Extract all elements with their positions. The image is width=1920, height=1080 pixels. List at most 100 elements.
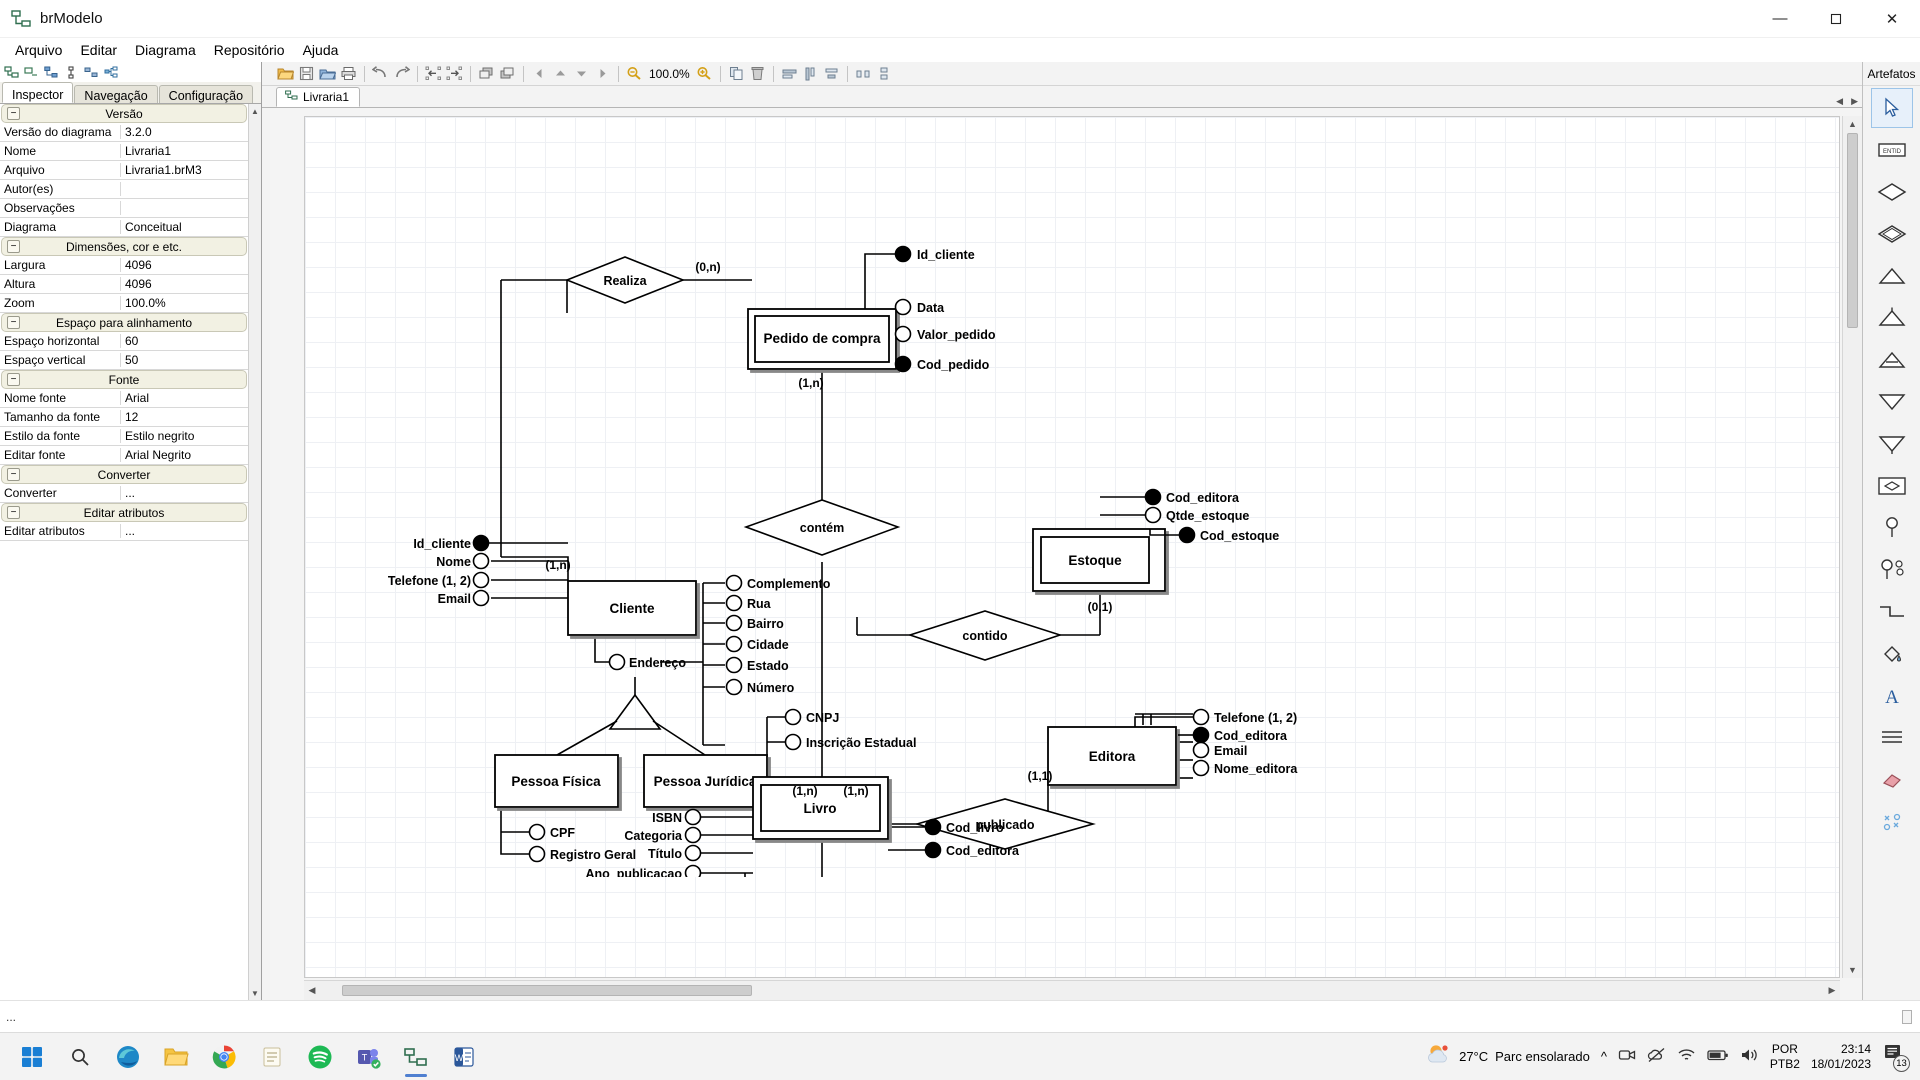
canvas-vertical-scrollbar[interactable]: ▲ ▼ <box>1842 116 1862 978</box>
canvas-scroll-left[interactable]: ◀ <box>304 985 320 996</box>
copy-icon[interactable] <box>727 64 746 83</box>
connector-tool[interactable] <box>1871 592 1913 632</box>
vertical-layout-icon[interactable] <box>64 65 79 79</box>
inspector-scrollbar[interactable]: ▲ ▼ <box>248 104 261 1000</box>
canvas-scroll-right[interactable]: ▶ <box>1824 985 1840 996</box>
entity-pessoa-juridica[interactable]: Pessoa Jurídica <box>643 754 768 808</box>
menu-item-arquivo[interactable]: Arquivo <box>6 40 71 60</box>
attribute-cod-pedido[interactable]: Cod_pedido <box>894 355 990 373</box>
canvas-vscroll-thumb[interactable] <box>1847 133 1858 328</box>
doctab-scroll-right[interactable]: ▶ <box>1847 96 1862 107</box>
diagram-canvas[interactable]: Pedido de compra Cliente Pessoa Física P… <box>304 116 1840 978</box>
inspector-row[interactable]: Estilo da fonte Estilo negrito <box>0 427 248 446</box>
attribute-numero[interactable]: Número <box>725 678 795 696</box>
inspector-row[interactable]: Altura 4096 <box>0 275 248 294</box>
move-right-icon[interactable] <box>593 64 612 83</box>
identifying-relationship-tool[interactable] <box>1871 214 1913 254</box>
attribute-cod-livro[interactable]: Cod_livro <box>924 818 1005 836</box>
volume-icon[interactable] <box>1740 1047 1759 1066</box>
structure-icon[interactable] <box>104 66 119 79</box>
specialization-tool[interactable] <box>1871 298 1913 338</box>
menu-item-repositorio[interactable]: Repositório <box>205 40 294 60</box>
attribute-estado[interactable]: Estado <box>725 656 790 674</box>
collapse-icon[interactable]: − <box>7 240 20 253</box>
package-icon[interactable] <box>318 64 337 83</box>
menu-item-editar[interactable]: Editar <box>71 40 126 60</box>
word-icon[interactable]: W <box>440 1035 488 1079</box>
chrome-icon[interactable] <box>200 1035 248 1079</box>
inspector-row[interactable]: Zoom 100.0% <box>0 294 248 313</box>
inspector-row[interactable]: Autor(es) <box>0 180 248 199</box>
align-left-icon[interactable] <box>424 64 443 83</box>
delete-icon[interactable] <box>748 64 767 83</box>
inspector-row[interactable]: Espaço vertical 50 <box>0 351 248 370</box>
print-icon[interactable] <box>339 64 358 83</box>
inspector-row[interactable]: Largura 4096 <box>0 256 248 275</box>
wifi-icon[interactable] <box>1677 1047 1696 1066</box>
search-icon[interactable] <box>56 1035 104 1079</box>
attribute-id-cliente-pedido[interactable]: Id_cliente <box>864 245 975 310</box>
relationship-realiza[interactable]: Realiza <box>564 256 686 304</box>
inspector-row-value[interactable]: ... <box>121 524 248 538</box>
attribute-cidade[interactable]: Cidade <box>725 635 789 653</box>
inspector-row[interactable]: Tamanho da fonte 12 <box>0 408 248 427</box>
attribute-id-cliente[interactable]: Id_cliente <box>413 534 490 552</box>
inspector-row[interactable]: Espaço horizontal 60 <box>0 332 248 351</box>
model-icon[interactable] <box>44 66 59 79</box>
inspector-row[interactable]: Nome fonte Arial <box>0 389 248 408</box>
new-diagram-icon[interactable] <box>4 65 19 79</box>
brmodelo-icon[interactable] <box>392 1035 440 1079</box>
align-vertical-icon[interactable] <box>801 64 820 83</box>
attribute-cod-estoque[interactable]: Cod_estoque <box>1149 526 1279 544</box>
collapse-icon[interactable]: − <box>7 316 20 329</box>
attribute-cod-editora[interactable]: Cod_editora <box>1192 726 1288 744</box>
text-tool[interactable]: A <box>1871 676 1913 716</box>
attribute-isbn[interactable]: ISBN <box>652 808 702 826</box>
attribute-telefone-editora[interactable]: Telefone (1, 2) <box>1192 708 1298 726</box>
tab-inspector[interactable]: Inspector <box>2 82 74 103</box>
move-down-icon[interactable] <box>572 64 591 83</box>
collapse-icon[interactable]: − <box>7 468 20 481</box>
collapse-icon[interactable]: − <box>7 506 20 519</box>
cloud-off-icon[interactable] <box>1647 1047 1666 1066</box>
menu-item-diagrama[interactable]: Diagrama <box>126 40 205 60</box>
inspector-row-value[interactable]: Arial <box>121 391 248 405</box>
effects-tool[interactable] <box>1871 802 1913 842</box>
align-center-icon[interactable] <box>822 64 841 83</box>
attribute-qtde-estoque[interactable]: Qtde_estoque <box>1144 506 1250 524</box>
teams-icon[interactable]: T <box>344 1035 392 1079</box>
entity-tool[interactable]: ENTID <box>1871 130 1913 170</box>
inspector-row-value[interactable]: 12 <box>121 410 248 424</box>
pointer-tool[interactable] <box>1870 88 1913 128</box>
inspector-row-value[interactable]: 50 <box>121 353 248 367</box>
inspector-group-header[interactable]: − Converter <box>1 465 247 484</box>
doctab-scroll-left[interactable]: ◀ <box>1832 96 1847 107</box>
edge-icon[interactable] <box>104 1035 152 1079</box>
file-explorer-icon[interactable] <box>152 1035 200 1079</box>
tray-chevron-icon[interactable]: ^ <box>1601 1049 1607 1064</box>
canvas-horizontal-scrollbar[interactable]: ◀ ▶ <box>304 980 1840 1000</box>
inspector-row[interactable]: Nome Livraria1 <box>0 142 248 161</box>
start-icon[interactable] <box>8 1035 56 1079</box>
attribute-nome[interactable]: Nome <box>436 552 490 570</box>
attribute-rua[interactable]: Rua <box>725 594 772 612</box>
save-icon[interactable] <box>297 64 316 83</box>
inspector-row-value[interactable]: 4096 <box>121 277 248 291</box>
attribute-email-cliente[interactable]: Email <box>438 589 490 607</box>
inheritance-tool[interactable] <box>1871 340 1913 380</box>
entity-estoque[interactable]: Estoque <box>1032 528 1166 592</box>
canvas-scroll-down[interactable]: ▼ <box>1848 962 1857 978</box>
inspector-row-value[interactable]: Arial Negrito <box>121 448 248 462</box>
attribute-titulo[interactable]: Título <box>648 844 702 862</box>
attribute-categoria[interactable]: Categoria <box>624 826 702 844</box>
inspector-row-value[interactable]: ... <box>121 486 248 500</box>
inspector-row-value[interactable]: Estilo negrito <box>121 429 248 443</box>
entity-cliente[interactable]: Cliente <box>567 580 697 636</box>
attribute-inscricao-estadual[interactable]: Inscrição Estadual <box>784 733 917 751</box>
attribute-cod-editora-livro[interactable]: Cod_editora <box>924 841 1020 859</box>
open-icon[interactable] <box>276 64 295 83</box>
spotify-icon[interactable] <box>296 1035 344 1079</box>
align-horizontal-icon[interactable] <box>780 64 799 83</box>
attribute-telefone-cliente[interactable]: Telefone (1, 2) <box>388 571 490 589</box>
camera-icon[interactable] <box>1618 1047 1636 1066</box>
